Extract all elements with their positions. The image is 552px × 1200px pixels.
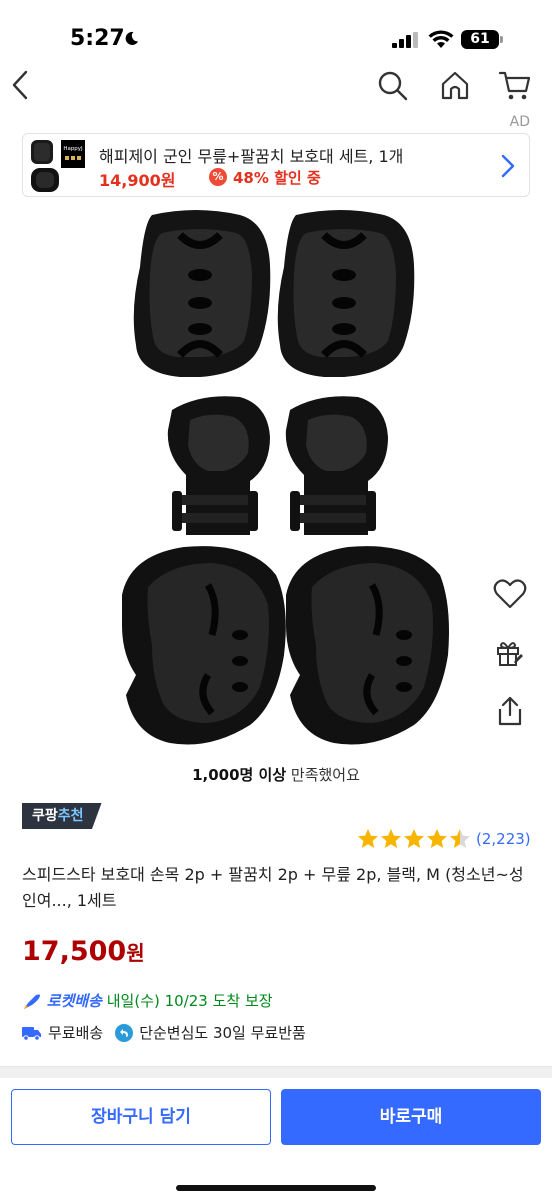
delivery-date: 내일(수) 10/23 도착 보장 (101, 992, 273, 1010)
ad-price: 14,900원 (99, 171, 176, 190)
free-shipping: 무료배송 (48, 1024, 104, 1042)
moon-icon (125, 31, 139, 45)
battery-tip (500, 36, 503, 43)
satisfaction-text: 1,000명 이상 만족했어요 (0, 764, 552, 785)
star-icon (427, 829, 447, 848)
shipping-line: 무료배송 단순변심도 30일 무료반품 (22, 1022, 306, 1043)
svg-text:HappyJ: HappyJ (63, 146, 83, 152)
signal-icon (392, 32, 418, 48)
share-icon[interactable] (495, 695, 525, 727)
badge-part1: 쿠팡 (32, 808, 58, 824)
badge-part2: 추천 (57, 808, 84, 824)
truck-icon (22, 1026, 41, 1041)
discount-icon: % (209, 168, 227, 186)
rocket-delivery-label: 로켓배송 (46, 992, 102, 1010)
product-image[interactable] (100, 205, 452, 750)
product-title: 스피드스타 보호대 손목 2p + 팔꿈치 2p + 무릎 2p, 블랙, M … (22, 865, 524, 910)
price-currency: 원 (126, 941, 145, 965)
chevron-left-icon[interactable] (10, 70, 32, 100)
status-time: 5:27 (70, 26, 125, 51)
top-nav (0, 62, 552, 110)
ad-discount: 48% 할인 중 (233, 169, 321, 187)
section-divider (0, 1066, 552, 1078)
cart-icon[interactable] (498, 69, 532, 103)
ad-title: 해피제이 군인 무릎+팔꿈치 보호대 세트, 1개 (99, 147, 404, 166)
elbow-pad-left (133, 210, 271, 377)
rocket-icon (24, 994, 40, 1009)
home-indicator (176, 1185, 376, 1191)
satisfaction-suffix: 만족했어요 (286, 766, 360, 784)
wrist-guard-right (285, 396, 388, 535)
wrist-guard-left (167, 396, 270, 535)
ad-banner[interactable]: HappyJ 해피제이 군인 무릎+팔꿈치 보호대 세트, 1개 14,900원… (22, 133, 530, 197)
ad-label: AD (509, 114, 530, 130)
buy-now-button[interactable]: 바로구매 (281, 1089, 541, 1145)
review-count[interactable]: (2,223) (476, 830, 531, 848)
status-bar: 5:27 61 (0, 0, 552, 60)
rocket-delivery-line: 로켓배송 내일(수) 10/23 도착 보장 (22, 990, 273, 1011)
add-to-cart-button[interactable]: 장바구니 담기 (11, 1089, 271, 1145)
bottom-action-bar: 장바구니 담기 바로구매 (0, 1078, 552, 1200)
coupang-recommend-badge: 쿠팡추천 (22, 803, 102, 829)
chevron-right-icon[interactable] (501, 154, 515, 178)
heart-icon[interactable] (493, 579, 527, 609)
star-icon (404, 829, 424, 848)
satisfaction-count: 1,000명 이상 (192, 766, 287, 784)
star-icon (358, 829, 378, 848)
knee-pad-left (122, 546, 286, 745)
knee-pad-right (286, 546, 449, 745)
price-value: 17,500 (22, 936, 127, 967)
return-icon (115, 1023, 134, 1042)
battery-level: 61 (470, 31, 490, 47)
elbow-pad-right (277, 210, 415, 377)
ad-thumbnail: HappyJ (29, 138, 87, 194)
gift-icon[interactable] (495, 638, 525, 668)
star-rating[interactable] (357, 828, 473, 850)
search-icon[interactable] (377, 70, 409, 102)
product-price: 17,500원 (22, 936, 145, 967)
star-icon (381, 829, 401, 848)
half-star-icon (450, 829, 470, 848)
free-returns: 단순변심도 30일 무료반품 (139, 1024, 306, 1042)
home-icon[interactable] (439, 69, 471, 101)
wifi-icon (428, 30, 454, 48)
